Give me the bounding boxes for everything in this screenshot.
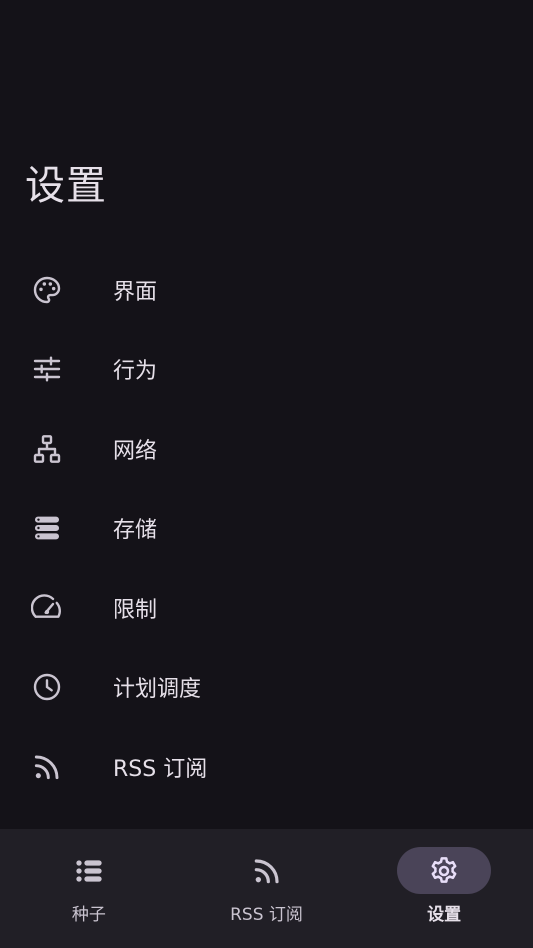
speed-icon bbox=[31, 592, 63, 624]
settings-item-storage[interactable]: 存储 bbox=[0, 489, 533, 569]
nav-indicator bbox=[42, 847, 136, 894]
settings-item-interface[interactable]: 界面 bbox=[0, 250, 533, 330]
nav-indicator bbox=[220, 847, 314, 894]
nav-item-rss[interactable]: RSS 订阅 bbox=[178, 829, 356, 948]
rss-icon bbox=[254, 858, 279, 883]
nav-item-torrents[interactable]: 种子 bbox=[0, 829, 178, 948]
nav-active-indicator bbox=[397, 847, 492, 894]
palette-icon bbox=[31, 274, 63, 306]
settings-list: 界面 行为 网络 存储 限制 计划调度 RSS 订阅 bbox=[0, 250, 533, 807]
list-icon bbox=[76, 859, 102, 882]
network-icon bbox=[31, 433, 63, 465]
settings-item-behavior[interactable]: 行为 bbox=[0, 330, 533, 410]
settings-item-label: 网络 bbox=[113, 438, 158, 464]
settings-item-label: 计划调度 bbox=[113, 677, 202, 703]
page-title: 设置 bbox=[25, 163, 107, 209]
bottom-navigation: 种子 RSS 订阅 设置 bbox=[0, 829, 533, 948]
settings-item-label: 行为 bbox=[113, 359, 158, 385]
settings-item-label: RSS 订阅 bbox=[113, 756, 208, 782]
gear-icon bbox=[431, 856, 457, 883]
rss-icon bbox=[31, 751, 63, 783]
tune-icon bbox=[31, 353, 63, 385]
settings-item-rss[interactable]: RSS 订阅 bbox=[0, 727, 533, 807]
settings-item-label: 存储 bbox=[113, 518, 158, 544]
nav-label: 种子 bbox=[71, 905, 106, 925]
nav-item-settings[interactable]: 设置 bbox=[355, 829, 533, 948]
settings-item-network[interactable]: 网络 bbox=[0, 409, 533, 489]
settings-item-schedule[interactable]: 计划调度 bbox=[0, 648, 533, 728]
nav-label: 设置 bbox=[427, 905, 462, 925]
settings-item-label: 界面 bbox=[113, 279, 158, 305]
clock-icon bbox=[31, 671, 63, 703]
settings-item-limits[interactable]: 限制 bbox=[0, 568, 533, 648]
settings-item-label: 限制 bbox=[113, 597, 158, 623]
nav-label: RSS 订阅 bbox=[230, 905, 303, 925]
storage-icon bbox=[31, 512, 63, 544]
